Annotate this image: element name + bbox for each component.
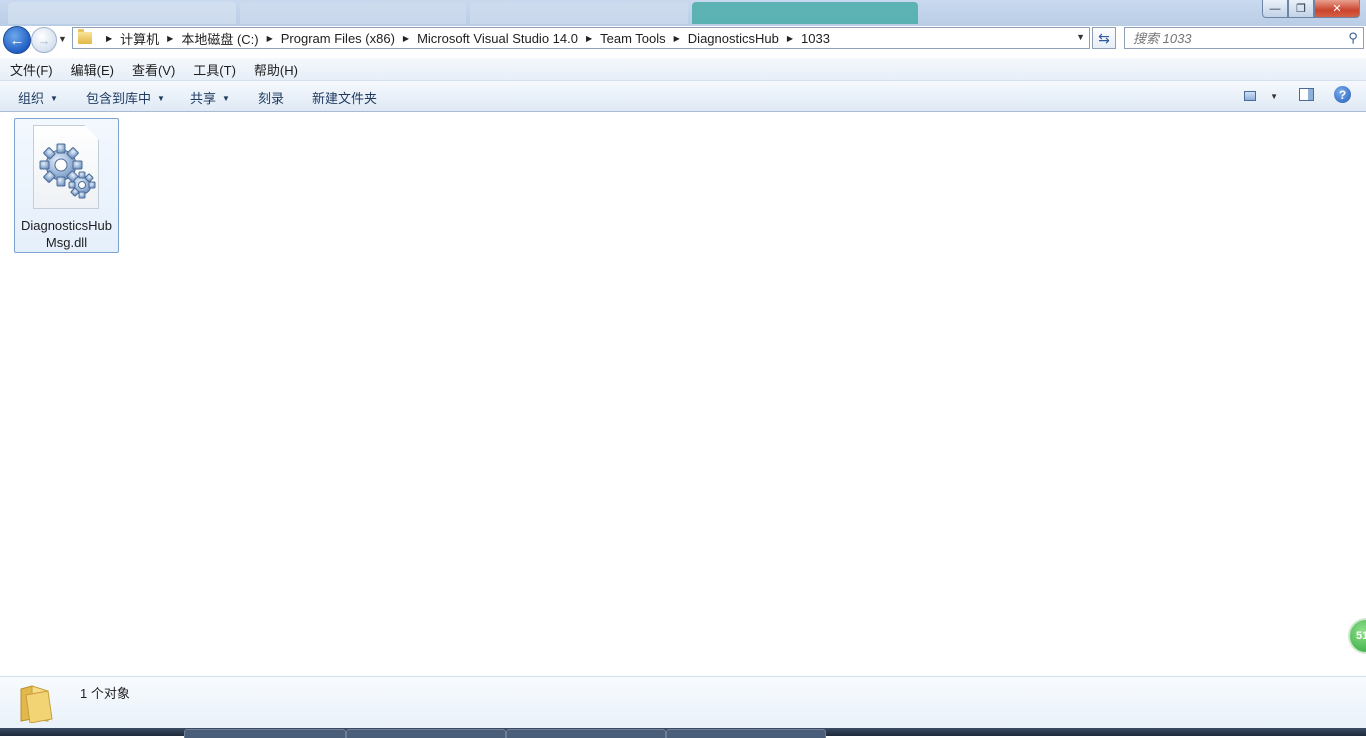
- chevron-down-icon: ▼: [50, 94, 58, 103]
- taskbar-button[interactable]: [666, 729, 826, 738]
- new-folder-button[interactable]: 新建文件夹: [312, 88, 377, 107]
- search-box[interactable]: ⚲: [1124, 27, 1364, 49]
- background-tab: [240, 2, 466, 24]
- floating-badge[interactable]: 51: [1348, 618, 1366, 654]
- share-label: 共享: [190, 91, 217, 106]
- chevron-down-icon: ▼: [58, 34, 67, 44]
- menu-file[interactable]: 文件(F): [0, 60, 61, 79]
- file-item[interactable]: DiagnosticsHubMsg.dll: [14, 118, 119, 253]
- menu-tools[interactable]: 工具(T): [183, 60, 244, 79]
- menu-bar: 文件(F) 编辑(E) 查看(V) 工具(T) 帮助(H): [0, 58, 1366, 81]
- minimize-icon: —: [1269, 2, 1281, 15]
- menu-edit[interactable]: 编辑(E): [61, 60, 122, 79]
- address-bar[interactable]: ▶ 计算机 ▶ 本地磁盘 (C:) ▶ Program Files (x86) …: [72, 27, 1090, 49]
- taskbar: [0, 728, 1366, 738]
- navigation-bar: ← → ▼ ▶ 计算机 ▶ 本地磁盘 (C:) ▶ Program Files …: [0, 24, 1366, 56]
- arrow-left-icon: ←: [9, 31, 25, 49]
- background-tab: [8, 2, 236, 24]
- maximize-button[interactable]: ❐: [1288, 0, 1314, 18]
- minimize-button[interactable]: —: [1262, 0, 1288, 18]
- back-button[interactable]: ←: [3, 26, 31, 54]
- chevron-down-icon: ▼: [157, 94, 165, 103]
- taskbar-button[interactable]: [184, 729, 346, 738]
- breadcrumb-1033[interactable]: 1033: [801, 31, 830, 46]
- breadcrumb-program-files[interactable]: Program Files (x86): [281, 31, 395, 46]
- forward-button[interactable]: →: [31, 27, 57, 53]
- refresh-button[interactable]: ⇆: [1092, 27, 1116, 49]
- taskbar-button[interactable]: [346, 729, 506, 738]
- maximize-icon: ❐: [1296, 3, 1306, 15]
- include-in-library-button[interactable]: 包含到库中 ▼: [86, 88, 165, 107]
- menu-view[interactable]: 查看(V): [122, 60, 183, 79]
- background-tab: [470, 2, 688, 24]
- search-input[interactable]: [1131, 29, 1343, 47]
- help-button[interactable]: ?: [1334, 86, 1351, 103]
- burn-button[interactable]: 刻录: [258, 88, 284, 107]
- item-count: 1 个对象: [80, 686, 130, 701]
- file-list-area[interactable]: DiagnosticsHubMsg.dll 51: [0, 112, 1366, 676]
- breadcrumb-separator-icon[interactable]: ▶: [787, 34, 793, 43]
- breadcrumb-separator-icon[interactable]: ▶: [586, 34, 592, 43]
- help-icon: ?: [1338, 87, 1347, 102]
- taskbar-button[interactable]: [506, 729, 666, 738]
- breadcrumb-computer[interactable]: 计算机: [120, 29, 159, 48]
- breadcrumb-separator-icon[interactable]: ▶: [267, 34, 273, 43]
- file-name: DiagnosticsHubMsg.dll: [20, 218, 113, 250]
- folder-icon: [78, 29, 92, 44]
- menu-help[interactable]: 帮助(H): [244, 60, 306, 79]
- gear-icon: [39, 143, 96, 199]
- preview-pane-button[interactable]: [1299, 88, 1314, 101]
- refresh-icon: ⇆: [1098, 29, 1110, 46]
- recent-pages-button[interactable]: ▼: [58, 34, 67, 44]
- breadcrumb-visual-studio[interactable]: Microsoft Visual Studio 14.0: [417, 31, 578, 46]
- arrow-right-icon: →: [37, 32, 51, 48]
- command-bar: 组织 ▼ 包含到库中 ▼ 共享 ▼ 刻录 新建文件夹 ▼ ?: [0, 81, 1366, 112]
- organize-button[interactable]: 组织 ▼: [18, 88, 58, 107]
- chevron-down-icon[interactable]: ▼: [1270, 92, 1278, 101]
- search-icon[interactable]: ⚲: [1343, 30, 1363, 46]
- include-in-library-label: 包含到库中: [86, 91, 152, 106]
- breadcrumb-separator-icon[interactable]: ▶: [106, 34, 112, 43]
- details-pane: 1 个对象: [0, 676, 1366, 729]
- share-button[interactable]: 共享 ▼: [190, 88, 230, 107]
- address-dropdown-icon[interactable]: ▼: [1076, 32, 1085, 42]
- chevron-down-icon: ▼: [222, 94, 230, 103]
- background-tab: [692, 2, 918, 24]
- close-icon: ✕: [1332, 3, 1342, 15]
- window-caption-buttons: — ❐ ✕: [1262, 0, 1360, 18]
- breadcrumb-diagnosticshub[interactable]: DiagnosticsHub: [688, 31, 779, 46]
- breadcrumb-separator-icon[interactable]: ▶: [674, 34, 680, 43]
- organize-label: 组织: [18, 91, 45, 106]
- breadcrumb-separator-icon[interactable]: ▶: [167, 34, 173, 43]
- change-view-button[interactable]: ▼: [1244, 87, 1278, 105]
- breadcrumb-local-disk[interactable]: 本地磁盘 (C:): [181, 29, 258, 48]
- breadcrumb-team-tools[interactable]: Team Tools: [600, 31, 666, 46]
- breadcrumb-separator-icon[interactable]: ▶: [403, 34, 409, 43]
- close-button[interactable]: ✕: [1314, 0, 1360, 18]
- folder-icon: [20, 685, 53, 723]
- view-icon: [1244, 91, 1257, 101]
- background-window-strip: [0, 0, 1366, 26]
